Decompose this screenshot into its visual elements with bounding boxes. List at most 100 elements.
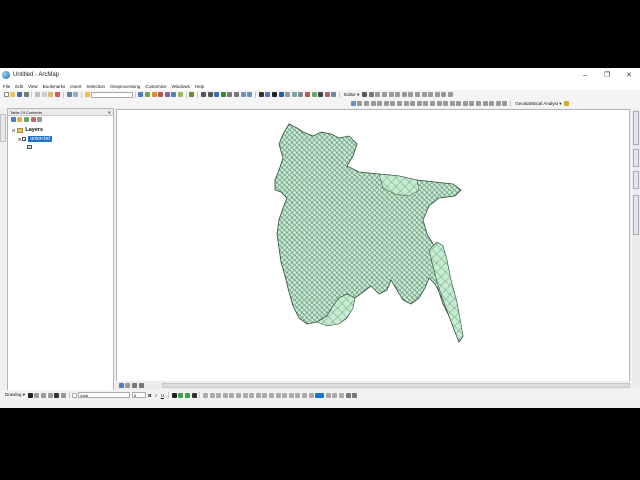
delete-icon[interactable] (54, 92, 60, 97)
new-icon[interactable] (3, 92, 9, 97)
redo-icon[interactable] (73, 92, 79, 97)
edit-tool-icon[interactable] (362, 92, 368, 97)
print-icon[interactable] (23, 92, 29, 97)
arctoolbox-dock-tab[interactable] (633, 111, 639, 145)
drawing-menu[interactable]: Drawing ▾ (5, 392, 25, 398)
labels-icon[interactable] (462, 101, 468, 106)
end-point-arc-icon[interactable] (382, 92, 387, 97)
underline-button[interactable]: U (161, 393, 164, 398)
bring-to-front-icon[interactable] (275, 392, 281, 398)
reshape-icon[interactable] (408, 92, 414, 97)
straight-segment-icon[interactable] (375, 92, 381, 97)
pause-drawing-icon[interactable] (138, 382, 144, 388)
highlight-color-icon[interactable] (315, 392, 325, 398)
close-icon[interactable]: ✕ (108, 110, 111, 115)
forward-extent-icon[interactable] (247, 92, 253, 97)
georef-icon[interactable] (350, 101, 356, 106)
align-bottom-icon[interactable] (236, 392, 242, 398)
create-features-dock-tab[interactable] (633, 195, 639, 235)
tool-icon[interactable] (189, 92, 195, 97)
geostatistical-analyst-menu[interactable]: Geostatistical Analyst ▾ (515, 101, 561, 107)
marker-color-icon[interactable] (191, 392, 197, 398)
map-view[interactable] (116, 109, 630, 385)
convert-graphics-icon[interactable] (352, 392, 358, 398)
align-left-icon[interactable] (203, 392, 209, 398)
menu-customize[interactable]: Customize (145, 84, 166, 89)
zoom-out-icon[interactable] (207, 92, 213, 97)
swipe-icon[interactable] (502, 101, 508, 106)
trace-task-icon[interactable] (436, 101, 442, 106)
measure-icon[interactable] (298, 92, 304, 97)
full-extent-icon[interactable] (220, 92, 226, 97)
edge-icon[interactable] (377, 101, 383, 106)
select-features-icon[interactable] (258, 92, 264, 97)
menu-view[interactable]: View (28, 84, 38, 89)
group-icon[interactable] (262, 392, 268, 398)
arctoolbox-icon[interactable] (164, 92, 170, 97)
viewer-icon[interactable] (331, 92, 337, 97)
solve-icon[interactable] (443, 101, 449, 106)
zoom-in-icon[interactable] (201, 92, 207, 97)
find-route-icon[interactable] (311, 92, 317, 97)
annotation-icon[interactable] (469, 101, 475, 106)
menu-geoprocessing[interactable]: Geoprocessing (110, 84, 140, 89)
geostatistical-wizard-icon[interactable] (564, 101, 570, 106)
select-elements-icon[interactable] (27, 392, 33, 398)
zoom-whole-page-icon[interactable] (41, 392, 46, 398)
nudge-icon[interactable] (288, 392, 294, 398)
effects-icon[interactable] (495, 101, 501, 106)
list-by-visibility-icon[interactable] (23, 117, 29, 122)
menu-insert[interactable]: Insert (70, 84, 81, 89)
layout-icon[interactable] (476, 101, 482, 106)
bangladesh-unions-map[interactable] (117, 110, 630, 385)
distribute-vertically-icon[interactable] (249, 392, 255, 398)
vertex-icon[interactable] (370, 101, 376, 106)
rotate-element-icon[interactable] (34, 392, 40, 398)
restore-icon[interactable]: ❐ (596, 68, 618, 82)
grid-snap-icon[interactable] (416, 101, 422, 106)
bangladesh-outline[interactable] (274, 123, 464, 343)
menu-selection[interactable]: Selection (87, 84, 106, 89)
snap-icon[interactable] (357, 101, 363, 106)
options-icon[interactable] (456, 101, 462, 106)
fill-color-icon[interactable] (178, 392, 184, 398)
menu-windows[interactable]: Windows (172, 84, 190, 89)
edit-annotation-icon[interactable] (368, 92, 374, 97)
catalog-dock-tab[interactable] (0, 114, 6, 142)
html-popup-icon[interactable] (291, 92, 297, 97)
list-by-drawing-order-icon[interactable] (10, 117, 16, 122)
toc-icon[interactable] (144, 92, 150, 97)
open-icon[interactable] (10, 92, 16, 97)
menu-file[interactable]: File (3, 84, 10, 89)
bold-button[interactable]: B (148, 393, 151, 398)
editor-menu[interactable]: Editor ▾ (344, 92, 359, 98)
add-data-icon[interactable] (84, 92, 90, 97)
results-icon[interactable] (449, 101, 455, 106)
flow-icon[interactable] (429, 101, 435, 106)
edit-vertices-icon[interactable] (60, 392, 66, 398)
layer-union-bd[interactable]: ⊟ ✓ union-bd (18, 136, 52, 142)
layout-view-icon[interactable] (125, 382, 131, 388)
search-dock-tab[interactable] (633, 171, 639, 189)
trace-icon[interactable] (388, 92, 394, 97)
catalog-icon[interactable] (151, 92, 157, 97)
cut-polygons-icon[interactable] (414, 92, 420, 97)
align-top-icon[interactable] (222, 392, 228, 398)
font-name-select[interactable]: Arial (78, 392, 131, 398)
edit-vertices-icon[interactable] (401, 92, 407, 97)
make-same-size-icon[interactable] (255, 392, 261, 398)
sketch-properties-icon[interactable] (441, 92, 447, 97)
hyperlink-icon[interactable] (285, 92, 291, 97)
menu-bookmarks[interactable]: Bookmarks (43, 84, 66, 89)
align-right-icon[interactable] (216, 392, 222, 398)
send-to-back-icon[interactable] (282, 392, 288, 398)
distribute-horizontally-icon[interactable] (242, 392, 248, 398)
hill-tracts-region[interactable] (428, 241, 464, 343)
minimize-icon[interactable]: – (574, 68, 596, 82)
find-icon[interactable] (304, 92, 310, 97)
identify-icon[interactable] (278, 92, 284, 97)
collapse-icon[interactable]: ⊟ (12, 128, 15, 133)
flip-icon[interactable] (295, 392, 301, 398)
rotate-icon[interactable] (428, 92, 434, 97)
point-icon[interactable] (395, 92, 401, 97)
